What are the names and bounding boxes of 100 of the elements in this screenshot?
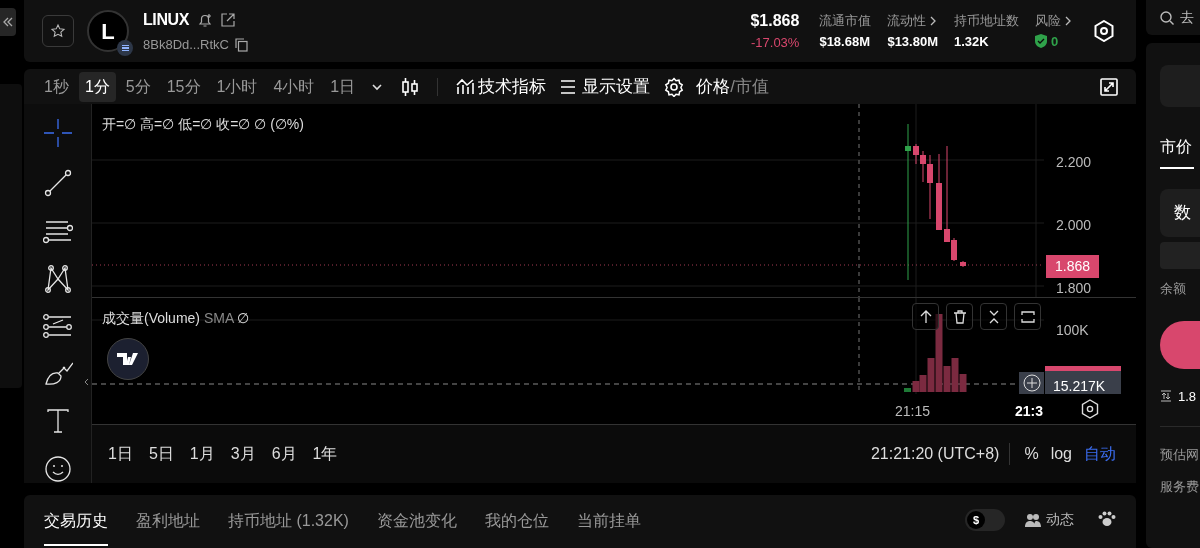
favorite-button[interactable] bbox=[42, 15, 74, 47]
search-placeholder: 去 bbox=[1180, 8, 1194, 27]
bell-plus-icon[interactable] bbox=[197, 11, 213, 28]
bottom-tab[interactable]: 盈利地址 bbox=[136, 509, 200, 546]
market-cap-mode-tab[interactable]: 市值 bbox=[734, 73, 769, 100]
external-link-icon[interactable] bbox=[221, 12, 235, 27]
interval-tab[interactable]: 4小时 bbox=[267, 71, 321, 102]
logo-icon bbox=[116, 352, 140, 366]
last-volume-label: 15.217K bbox=[1045, 366, 1121, 394]
mode-separator: / bbox=[730, 75, 735, 98]
move-up-button[interactable] bbox=[912, 303, 939, 330]
price-tick: 1.800 bbox=[1056, 279, 1092, 298]
trend-line-icon[interactable] bbox=[43, 169, 72, 197]
delete-button[interactable] bbox=[946, 303, 973, 330]
range-button[interactable]: 6月 bbox=[271, 442, 297, 466]
activity-button[interactable]: 动态 bbox=[1025, 509, 1074, 530]
scale-option[interactable]: % bbox=[1024, 442, 1039, 466]
crosshair-icon[interactable] bbox=[42, 118, 73, 148]
chevron-left-icon[interactable] bbox=[84, 378, 89, 386]
text-tool-icon[interactable] bbox=[45, 408, 70, 434]
chain-badge-icon bbox=[117, 40, 133, 56]
scale-option[interactable]: log bbox=[1050, 442, 1072, 466]
people-icon bbox=[1025, 512, 1041, 527]
settings-icon[interactable] bbox=[1081, 399, 1099, 419]
ohlc-legend: 开=∅ 高=∅ 低=∅ 收=∅ ∅ (∅%) bbox=[102, 114, 304, 135]
stat-value: $13.80M bbox=[887, 32, 938, 51]
stat-label: 流通市值 bbox=[819, 12, 872, 30]
bottom-tab[interactable]: 当前挂单 bbox=[576, 509, 641, 546]
interval-tab[interactable]: 1分 bbox=[78, 71, 116, 102]
maximize-pane-button[interactable] bbox=[1014, 303, 1041, 330]
market-order-tab[interactable]: 市价 bbox=[1160, 135, 1194, 169]
token-avatar: L bbox=[87, 10, 129, 52]
tradingview-logo[interactable] bbox=[107, 338, 149, 380]
add-button[interactable] bbox=[1019, 372, 1044, 394]
fullscreen-icon[interactable] bbox=[1100, 77, 1118, 96]
bottom-tab[interactable]: 资金池变化 bbox=[376, 509, 457, 546]
buy-button[interactable] bbox=[1160, 320, 1200, 369]
chevron-right-icon[interactable] bbox=[1065, 15, 1072, 26]
chevron-right-icon[interactable] bbox=[930, 15, 938, 26]
token-address: 8Bk8Dd...RtkC bbox=[143, 35, 229, 54]
plus-icon bbox=[1022, 374, 1041, 392]
candle bbox=[960, 260, 966, 268]
indicators-button[interactable]: 技术指标 bbox=[456, 73, 547, 100]
stat-label: 流动性 bbox=[887, 12, 927, 30]
search-field[interactable]: 去 bbox=[1146, 0, 1200, 35]
arrow-up-icon bbox=[918, 309, 933, 324]
price-tick: 2.200 bbox=[1056, 153, 1092, 172]
collapse-pane-button[interactable] bbox=[980, 303, 1007, 330]
time-tick: 21:3 bbox=[1015, 402, 1044, 421]
price-mode-tab[interactable]: 价格 bbox=[696, 73, 731, 100]
search-icon bbox=[1160, 10, 1174, 25]
stat-value: $18.68M bbox=[819, 32, 871, 51]
stat-label: 持币地址数 bbox=[954, 12, 1019, 30]
chevron-down-icon[interactable] bbox=[371, 82, 384, 91]
brush-icon[interactable] bbox=[42, 361, 73, 387]
current-price: $1.868 bbox=[750, 11, 800, 32]
token-name: LINUX bbox=[143, 9, 189, 30]
fibonacci-icon[interactable] bbox=[42, 314, 73, 340]
balance-label: 余额 bbox=[1160, 280, 1187, 298]
time-tick: 21:15 bbox=[895, 402, 931, 421]
stat-label: 风险 bbox=[1035, 12, 1061, 30]
currency-toggle[interactable]: $ bbox=[965, 509, 1005, 531]
collapse-sidebar-icon[interactable] bbox=[0, 8, 16, 36]
star-icon bbox=[50, 23, 66, 39]
slippage-icon bbox=[1160, 390, 1172, 403]
trash-icon bbox=[952, 309, 967, 324]
range-button[interactable]: 1年 bbox=[312, 442, 338, 466]
range-button[interactable]: 1月 bbox=[189, 442, 215, 466]
volume-legend: 成交量(Volume) SMA ∅ bbox=[102, 308, 250, 329]
range-button[interactable]: 3月 bbox=[230, 442, 256, 466]
interval-tab[interactable]: 1秒 bbox=[38, 71, 75, 102]
amount-field[interactable]: 数 bbox=[1160, 189, 1200, 237]
stat-value: 1.32K bbox=[954, 32, 990, 51]
interval-tab[interactable]: 1小时 bbox=[210, 71, 264, 102]
price-tick: 2.000 bbox=[1056, 216, 1092, 235]
interval-tab[interactable]: 1日 bbox=[324, 71, 362, 102]
fee-label: 服务费 bbox=[1160, 477, 1200, 496]
bottom-tab[interactable]: 持币地址 (1.32K) bbox=[228, 509, 349, 546]
volume-tick: 100K bbox=[1056, 321, 1089, 340]
interval-tab[interactable]: 5分 bbox=[119, 71, 157, 102]
display-settings-button[interactable]: 显示设置 bbox=[560, 73, 651, 100]
maximize-icon bbox=[1020, 309, 1035, 324]
estimate-label: 预估网 bbox=[1160, 446, 1200, 464]
shield-check-icon bbox=[1035, 34, 1047, 49]
paw-icon[interactable] bbox=[1098, 511, 1116, 527]
bottom-tab[interactable]: 我的仓位 bbox=[484, 509, 549, 546]
parallel-lines-icon[interactable] bbox=[42, 218, 73, 244]
copy-icon[interactable] bbox=[235, 37, 248, 52]
risk-count: 0 bbox=[1051, 32, 1059, 51]
range-button[interactable]: 1日 bbox=[108, 442, 133, 466]
scale-option[interactable]: 自动 bbox=[1084, 442, 1116, 466]
clock: 21:21:20 (UTC+8) bbox=[870, 444, 1000, 464]
interval-tab[interactable]: 15分 bbox=[160, 71, 207, 102]
chart-indicator-icon bbox=[456, 77, 475, 96]
bottom-tab[interactable]: 交易历史 bbox=[44, 509, 108, 546]
smiley-icon[interactable] bbox=[43, 455, 72, 483]
price-change: -17.03% bbox=[751, 34, 800, 53]
candlestick-icon[interactable] bbox=[401, 76, 420, 97]
pattern-icon[interactable] bbox=[43, 265, 72, 293]
range-button[interactable]: 5日 bbox=[148, 442, 174, 466]
